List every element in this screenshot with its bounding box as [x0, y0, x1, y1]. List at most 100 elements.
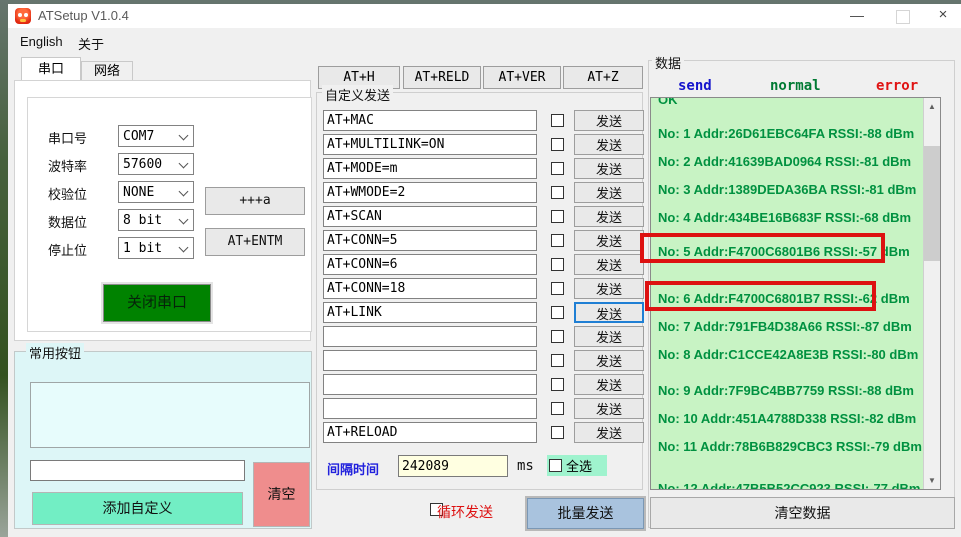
log-line: No: 10 Addr:451A4788D338 RSSI:-82 dBm: [658, 411, 917, 426]
baud-select[interactable]: 57600: [118, 153, 194, 175]
custom-send-row: 发送: [323, 422, 645, 443]
at-z-button[interactable]: AT+Z: [563, 66, 643, 89]
command-input[interactable]: [323, 326, 537, 347]
scroll-up-icon[interactable]: ▲: [924, 98, 940, 115]
custom-send-row: 发送: [323, 182, 645, 203]
row-checkbox[interactable]: [551, 186, 564, 199]
send-button[interactable]: 发送: [574, 350, 644, 371]
highlight-rect: [645, 281, 876, 311]
databits-select[interactable]: 8 bit: [118, 209, 194, 231]
command-input[interactable]: [323, 182, 537, 203]
port-label: 串口号: [48, 131, 88, 146]
stopbits-select[interactable]: 1 bit: [118, 237, 194, 259]
tab-serial[interactable]: 串口: [21, 57, 81, 80]
command-input[interactable]: [323, 254, 537, 275]
parity-value: NONE: [123, 185, 155, 200]
menu-item-about[interactable]: 关于: [74, 32, 108, 55]
stopbits-label: 停止位: [48, 243, 88, 258]
send-button[interactable]: 发送: [574, 158, 644, 179]
command-input[interactable]: [323, 158, 537, 179]
parity-label: 校验位: [48, 187, 88, 202]
row-checkbox[interactable]: [551, 258, 564, 271]
send-button[interactable]: 发送: [574, 182, 644, 203]
port-select[interactable]: COM7: [118, 125, 194, 147]
clear-button[interactable]: 清空: [253, 462, 310, 527]
menu-item-english[interactable]: English: [16, 32, 67, 51]
send-button[interactable]: 发送: [574, 302, 644, 323]
log-line: OK: [658, 97, 678, 107]
custom-send-row: 发送: [323, 206, 645, 227]
row-checkbox[interactable]: [551, 426, 564, 439]
row-checkbox[interactable]: [551, 330, 564, 343]
send-button[interactable]: 发送: [574, 134, 644, 155]
plus-a-button[interactable]: +++a: [205, 187, 305, 215]
command-input[interactable]: [323, 278, 537, 299]
row-checkbox[interactable]: [551, 162, 564, 175]
custom-send-title: 自定义发送: [322, 85, 394, 104]
row-checkbox[interactable]: [551, 138, 564, 151]
tab-network[interactable]: 网络: [81, 61, 133, 80]
send-button[interactable]: 发送: [574, 206, 644, 227]
scrollbar[interactable]: ▲ ▼: [923, 98, 940, 489]
send-button[interactable]: 发送: [574, 374, 644, 395]
port-value: COM7: [123, 129, 155, 144]
custom-send-row: 发送: [323, 134, 645, 155]
row-checkbox[interactable]: [551, 210, 564, 223]
command-input[interactable]: [323, 110, 537, 131]
add-custom-button[interactable]: 添加自定义: [32, 492, 243, 525]
clear-data-button[interactable]: 清空数据: [650, 497, 955, 529]
entm-button[interactable]: AT+ENTM: [205, 228, 305, 256]
command-input[interactable]: [323, 134, 537, 155]
custom-send-row: 发送: [323, 374, 645, 395]
send-button[interactable]: 发送: [574, 278, 644, 299]
parity-select[interactable]: NONE: [118, 181, 194, 203]
chevron-down-icon: [178, 242, 189, 253]
scroll-thumb[interactable]: [924, 146, 940, 261]
send-button[interactable]: 发送: [574, 254, 644, 275]
close-button[interactable]: ×: [928, 4, 958, 28]
command-input[interactable]: [323, 398, 537, 419]
command-input[interactable]: [323, 350, 537, 371]
batch-send-button[interactable]: 批量发送: [525, 496, 646, 531]
log-line: No: 2 Addr:41639BAD0964 RSSI:-81 dBm: [658, 154, 912, 169]
close-port-button[interactable]: 关闭串口: [101, 282, 213, 324]
custom-send-row: 发送: [323, 350, 645, 371]
interval-unit: ms: [517, 458, 534, 474]
app-icon: [15, 8, 31, 24]
scroll-down-icon[interactable]: ▼: [924, 472, 940, 489]
row-checkbox[interactable]: [551, 282, 564, 295]
custom-send-rows: 发送发送发送发送发送发送发送发送发送发送发送发送发送发送: [323, 110, 645, 446]
send-button[interactable]: 发送: [574, 110, 644, 131]
custom-send-row: 发送: [323, 326, 645, 347]
row-checkbox[interactable]: [551, 378, 564, 391]
row-checkbox[interactable]: [551, 234, 564, 247]
interval-input[interactable]: [398, 455, 508, 477]
command-input[interactable]: [323, 302, 537, 323]
send-button[interactable]: 发送: [574, 422, 644, 443]
at-reld-button[interactable]: AT+RELD: [403, 66, 481, 89]
baud-value: 57600: [123, 157, 163, 172]
row-checkbox[interactable]: [551, 354, 564, 367]
row-checkbox[interactable]: [551, 114, 564, 127]
custom-command-input[interactable]: [30, 460, 245, 481]
send-button[interactable]: 发送: [574, 326, 644, 347]
command-input[interactable]: [323, 374, 537, 395]
select-all-checkbox[interactable]: [549, 459, 562, 472]
send-button[interactable]: 发送: [574, 230, 644, 251]
command-input[interactable]: [323, 422, 537, 443]
row-checkbox[interactable]: [551, 306, 564, 319]
command-input[interactable]: [323, 206, 537, 227]
custom-send-row: 发送: [323, 158, 645, 179]
at-ver-button[interactable]: AT+VER: [483, 66, 561, 89]
loop-send-label: 循环发送: [437, 504, 493, 520]
log-line: No: 3 Addr:1389DEDA36BA RSSI:-81 dBm: [658, 182, 917, 197]
maximize-button[interactable]: [887, 4, 917, 28]
log-line: No: 12 Addr:47B5B52CC923 RSSI:-77 dBm: [658, 481, 921, 490]
databits-label: 数据位: [48, 215, 88, 230]
common-buttons-list[interactable]: [30, 382, 310, 448]
row-checkbox[interactable]: [551, 402, 564, 415]
command-input[interactable]: [323, 230, 537, 251]
chevron-down-icon: [178, 186, 189, 197]
send-button[interactable]: 发送: [574, 398, 644, 419]
minimize-button[interactable]: [842, 4, 872, 28]
